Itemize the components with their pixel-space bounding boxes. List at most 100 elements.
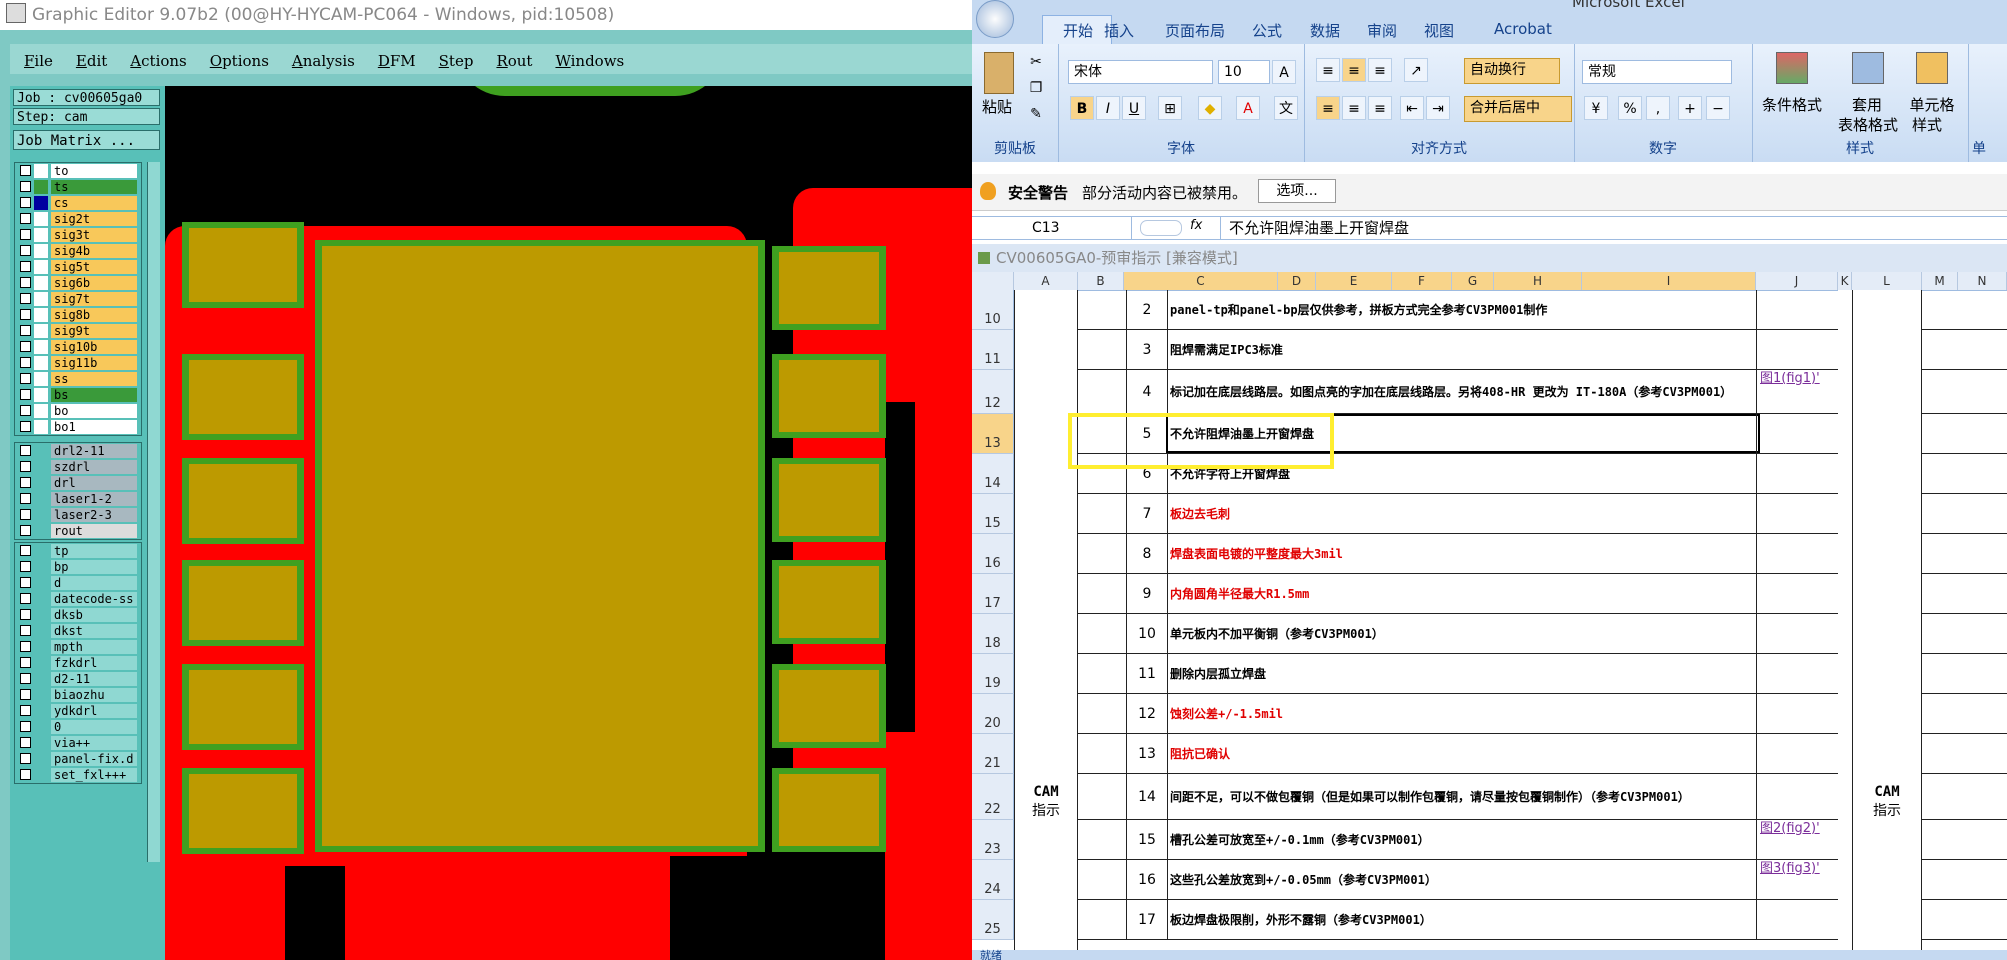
row-header-16[interactable]: 16: [972, 534, 1014, 574]
menu-analysis[interactable]: Analysis: [292, 52, 355, 70]
layer-name[interactable]: tp: [51, 544, 137, 558]
layer-checkbox[interactable]: [20, 229, 31, 240]
layer-checkbox[interactable]: [20, 293, 31, 304]
layer-checkbox[interactable]: [20, 493, 31, 504]
percent-icon[interactable]: %: [1618, 96, 1642, 120]
layer-name[interactable]: mpth: [51, 640, 137, 654]
layer-checkbox[interactable]: [20, 525, 31, 536]
layer-color-swatch[interactable]: [34, 180, 48, 194]
item-number-cell[interactable]: 4: [1126, 370, 1168, 413]
row-header-19[interactable]: 19: [972, 654, 1014, 694]
layer-scrollbar[interactable]: [147, 162, 160, 862]
cell-style-label-2[interactable]: 样式: [1902, 114, 1952, 135]
layer-name[interactable]: laser1-2: [51, 492, 137, 506]
layer-row-sig3t[interactable]: sig3t: [15, 227, 141, 243]
instruction-cell[interactable]: 槽孔公差可放宽至+/-0.1mm（参考CV3PM001）: [1166, 820, 1760, 859]
row-header-22[interactable]: 22: [972, 774, 1014, 820]
cut-icon[interactable]: ✂: [1024, 50, 1048, 74]
layer-checkbox[interactable]: [20, 657, 31, 668]
layer-checkbox[interactable]: [20, 357, 31, 368]
layer-name[interactable]: bp: [51, 560, 137, 574]
align-right-icon[interactable]: ≡: [1368, 96, 1392, 120]
layer-color-swatch[interactable]: [34, 768, 48, 782]
layer-name[interactable]: bo: [51, 404, 137, 418]
figure-link-cell[interactable]: [1756, 774, 1843, 819]
layer-name[interactable]: ts: [51, 180, 137, 194]
layer-name[interactable]: rout: [51, 524, 137, 538]
layer-name[interactable]: ss: [51, 372, 137, 386]
table-format-label-2[interactable]: 表格格式: [1830, 114, 1906, 135]
layer-name[interactable]: ydkdrl: [51, 704, 137, 718]
col-header-b[interactable]: B: [1078, 272, 1124, 290]
layer-row-panel-fix-d[interactable]: panel-fix.d: [15, 751, 141, 767]
layer-row-sig4b[interactable]: sig4b: [15, 243, 141, 259]
figure-link-cell[interactable]: 图1(fig1)': [1756, 370, 1843, 413]
layer-name[interactable]: bo1: [51, 420, 137, 434]
item-number-cell[interactable]: 14: [1126, 774, 1168, 819]
layer-checkbox[interactable]: [20, 673, 31, 684]
figure-link-cell[interactable]: [1756, 694, 1843, 733]
layer-checkbox[interactable]: [20, 309, 31, 320]
layer-row-sig8b[interactable]: sig8b: [15, 307, 141, 323]
figure-link-cell[interactable]: [1756, 454, 1843, 493]
layer-color-swatch[interactable]: [34, 752, 48, 766]
layer-name[interactable]: sig8b: [51, 308, 137, 322]
tab-page-layout[interactable]: 页面布局: [1165, 20, 1225, 41]
layer-name[interactable]: d2-11: [51, 672, 137, 686]
layer-color-swatch[interactable]: [34, 244, 48, 258]
layer-name[interactable]: bs: [51, 388, 137, 402]
layer-checkbox[interactable]: [20, 577, 31, 588]
layer-color-swatch[interactable]: [34, 640, 48, 654]
conditional-format-button[interactable]: 条件格式: [1758, 94, 1826, 115]
layer-row-sig6b[interactable]: sig6b: [15, 275, 141, 291]
currency-icon[interactable]: ¥: [1584, 96, 1608, 120]
row-header-23[interactable]: 23: [972, 820, 1014, 860]
menu-dfm[interactable]: DFM: [378, 52, 416, 70]
merge-center-button[interactable]: 合并后居中: [1464, 96, 1572, 122]
layer-name[interactable]: cs: [51, 196, 137, 210]
layer-checkbox[interactable]: [20, 405, 31, 416]
layer-color-swatch[interactable]: [34, 260, 48, 274]
copy-icon[interactable]: ❐: [1024, 76, 1048, 100]
layer-color-swatch[interactable]: [34, 420, 48, 434]
layer-row-bp[interactable]: bp: [15, 559, 141, 575]
tab-data[interactable]: 数据: [1310, 20, 1340, 41]
item-number-cell[interactable]: 17: [1126, 900, 1168, 939]
wrap-text-button[interactable]: 自动换行: [1464, 58, 1560, 84]
menu-windows[interactable]: Windows: [555, 52, 624, 70]
layer-color-swatch[interactable]: [34, 492, 48, 506]
layer-color-swatch[interactable]: [34, 608, 48, 622]
layer-checkbox[interactable]: [20, 689, 31, 700]
col-header-j[interactable]: J: [1756, 272, 1838, 290]
layer-color-swatch[interactable]: [34, 164, 48, 178]
layer-row-d2-11[interactable]: d2-11: [15, 671, 141, 687]
layer-name[interactable]: dksb: [51, 608, 137, 622]
col-header-a[interactable]: A: [1014, 272, 1078, 290]
tab-home[interactable]: 开始: [1044, 20, 1112, 41]
align-middle-icon[interactable]: ≡: [1342, 58, 1366, 82]
row-header-14[interactable]: 14: [972, 454, 1014, 494]
layer-checkbox[interactable]: [20, 769, 31, 780]
layer-color-swatch[interactable]: [34, 736, 48, 750]
layer-checkbox[interactable]: [20, 245, 31, 256]
layer-row-sig2t[interactable]: sig2t: [15, 211, 141, 227]
figure-link-cell[interactable]: [1756, 290, 1843, 329]
layer-row-bo[interactable]: bo: [15, 403, 141, 419]
instruction-cell[interactable]: 板边焊盘极限削，外形不露铜（参考CV3PM001）: [1166, 900, 1760, 939]
layer-checkbox[interactable]: [20, 445, 31, 456]
layer-row-sig10b[interactable]: sig10b: [15, 339, 141, 355]
col-header-f[interactable]: F: [1392, 272, 1452, 290]
tab-review[interactable]: 审阅: [1367, 20, 1397, 41]
row-header-17[interactable]: 17: [972, 574, 1014, 614]
menu-actions[interactable]: Actions: [130, 52, 186, 70]
instruction-cell[interactable]: 板边去毛刺: [1166, 494, 1760, 533]
layer-row-dkst[interactable]: dkst: [15, 623, 141, 639]
layer-color-swatch[interactable]: [34, 404, 48, 418]
layer-checkbox[interactable]: [20, 593, 31, 604]
col-header-k[interactable]: K: [1838, 272, 1852, 290]
layer-color-swatch[interactable]: [34, 308, 48, 322]
name-box-dropdown[interactable]: [1140, 220, 1182, 236]
menu-step[interactable]: Step: [439, 52, 474, 70]
menu-rout[interactable]: Rout: [496, 52, 532, 70]
layer-row-bo1[interactable]: bo1: [15, 419, 141, 435]
